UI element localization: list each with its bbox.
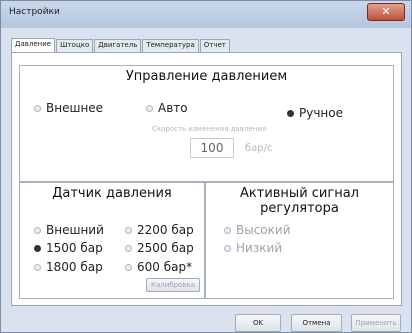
ok-button[interactable]: OK bbox=[235, 314, 281, 332]
tab-bar: Давление Штоцко Двигатель Температура От… bbox=[11, 38, 231, 52]
regulator-signal-group: Активный сигнал регулятора Высокий Низки… bbox=[205, 182, 394, 299]
sensor-2500-label: 2500 бар bbox=[137, 241, 194, 255]
sensor-600-label: 600 бар* bbox=[137, 260, 193, 274]
sensor-external-label: Внешний bbox=[46, 223, 104, 237]
regulator-signal-title: Активный сигнал регулятора bbox=[240, 186, 359, 216]
sensor-group: Датчик давления Внешний 1500 бар 1800 ба… bbox=[19, 182, 205, 299]
mode-auto-radio[interactable]: Авто bbox=[146, 101, 188, 115]
sensor-1500-radio[interactable]: 1500 бар bbox=[34, 241, 103, 255]
signal-high-radio[interactable]: Высокий bbox=[224, 223, 291, 237]
title-bar: Настройки ✕ bbox=[1, 1, 411, 28]
mode-external-label: Внешнее bbox=[46, 101, 104, 115]
sensor-1800-radio[interactable]: 1800 бар bbox=[34, 260, 103, 274]
signal-high-label: Высокий bbox=[236, 223, 291, 237]
sensor-1500-label: 1500 бар bbox=[46, 241, 103, 255]
mode-external-radio[interactable]: Внешнее bbox=[34, 101, 103, 115]
mode-auto-label: Авто bbox=[158, 101, 188, 115]
close-button[interactable]: ✕ bbox=[367, 3, 405, 21]
radio-indicator bbox=[34, 263, 41, 271]
apply-button[interactable]: Применить bbox=[351, 314, 401, 332]
sensor-2500-radio[interactable]: 2500 бар bbox=[125, 241, 194, 255]
radio-indicator bbox=[34, 104, 41, 112]
tab-panel-pressure: Управление давлением Внешнее Авто Ручное… bbox=[11, 52, 402, 306]
rate-label: Скорость изменения давления bbox=[152, 125, 267, 133]
radio-indicator bbox=[125, 244, 132, 252]
signal-low-radio[interactable]: Низкий bbox=[224, 241, 282, 255]
pressure-control-title: Управление давлением bbox=[125, 69, 288, 84]
radio-indicator bbox=[34, 244, 41, 252]
sensor-2200-radio[interactable]: 2200 бар bbox=[125, 223, 194, 237]
radio-indicator bbox=[125, 226, 132, 234]
sensor-2200-label: 2200 бар bbox=[137, 223, 194, 237]
calibrate-button[interactable]: Калибровка bbox=[146, 278, 200, 292]
radio-indicator bbox=[224, 226, 231, 234]
close-icon: ✕ bbox=[381, 5, 391, 18]
tab-rod[interactable]: Штоцко bbox=[56, 39, 94, 52]
radio-indicator bbox=[287, 109, 294, 117]
cancel-button[interactable]: Отмена bbox=[291, 314, 342, 332]
rate-input[interactable]: 100 bbox=[190, 138, 234, 158]
rate-unit: бар/с bbox=[245, 143, 273, 154]
signal-low-label: Низкий bbox=[236, 241, 283, 255]
tab-engine[interactable]: Двигатель bbox=[94, 39, 142, 52]
mode-manual-label: Ручное bbox=[299, 106, 343, 120]
sensor-600-radio[interactable]: 600 бар* bbox=[125, 260, 192, 274]
tab-temperature[interactable]: Температура bbox=[142, 39, 199, 52]
radio-indicator bbox=[224, 244, 231, 252]
sensor-title: Датчик давления bbox=[52, 186, 172, 201]
pressure-control-group: Управление давлением Внешнее Авто Ручное… bbox=[19, 65, 394, 182]
radio-indicator bbox=[146, 104, 153, 112]
window-title: Настройки bbox=[9, 7, 60, 17]
tab-report[interactable]: Отчет bbox=[199, 39, 230, 52]
radio-indicator bbox=[34, 226, 41, 234]
mode-manual-radio[interactable]: Ручное bbox=[287, 106, 343, 120]
sensor-1800-label: 1800 бар bbox=[46, 260, 103, 274]
radio-indicator bbox=[125, 263, 132, 271]
settings-window: Настройки ✕ Давление Штоцко Двигатель Те… bbox=[0, 0, 412, 333]
sensor-external-radio[interactable]: Внешний bbox=[34, 223, 104, 237]
tab-pressure[interactable]: Давление bbox=[11, 38, 56, 52]
